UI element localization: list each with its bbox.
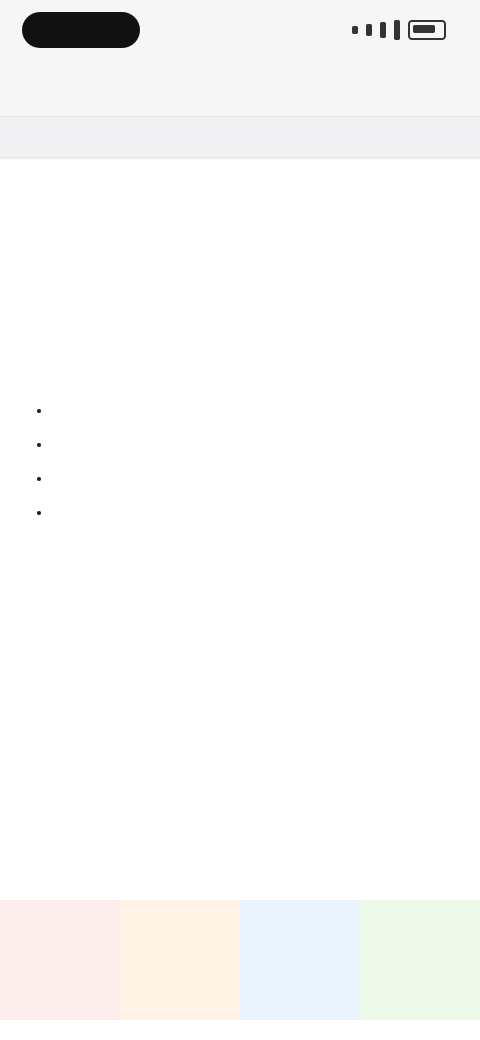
status-time bbox=[22, 12, 140, 48]
bottom-actions bbox=[0, 900, 480, 1020]
empty-state bbox=[28, 360, 452, 540]
tab-bar bbox=[0, 116, 480, 158]
empty-state-list-item bbox=[52, 496, 462, 530]
signal-bar-3 bbox=[380, 22, 386, 38]
status-bar bbox=[0, 0, 480, 58]
top-chrome bbox=[0, 0, 480, 160]
bottom-button-4[interactable] bbox=[360, 900, 480, 1020]
status-icons bbox=[352, 18, 446, 42]
empty-state-list-item bbox=[52, 394, 462, 428]
battery-icon bbox=[408, 20, 446, 40]
bottom-button-1[interactable] bbox=[0, 900, 120, 1020]
signal-bar-1 bbox=[352, 26, 358, 34]
empty-state-list bbox=[28, 394, 462, 530]
empty-state-list-item bbox=[52, 428, 462, 462]
signal-bar-2 bbox=[366, 24, 372, 36]
bottom-button-2[interactable] bbox=[120, 900, 240, 1020]
bottom-button-3[interactable] bbox=[240, 900, 360, 1020]
empty-state-list-item bbox=[52, 462, 462, 496]
signal-bar-4 bbox=[394, 20, 400, 40]
navigation-bar bbox=[0, 62, 480, 116]
